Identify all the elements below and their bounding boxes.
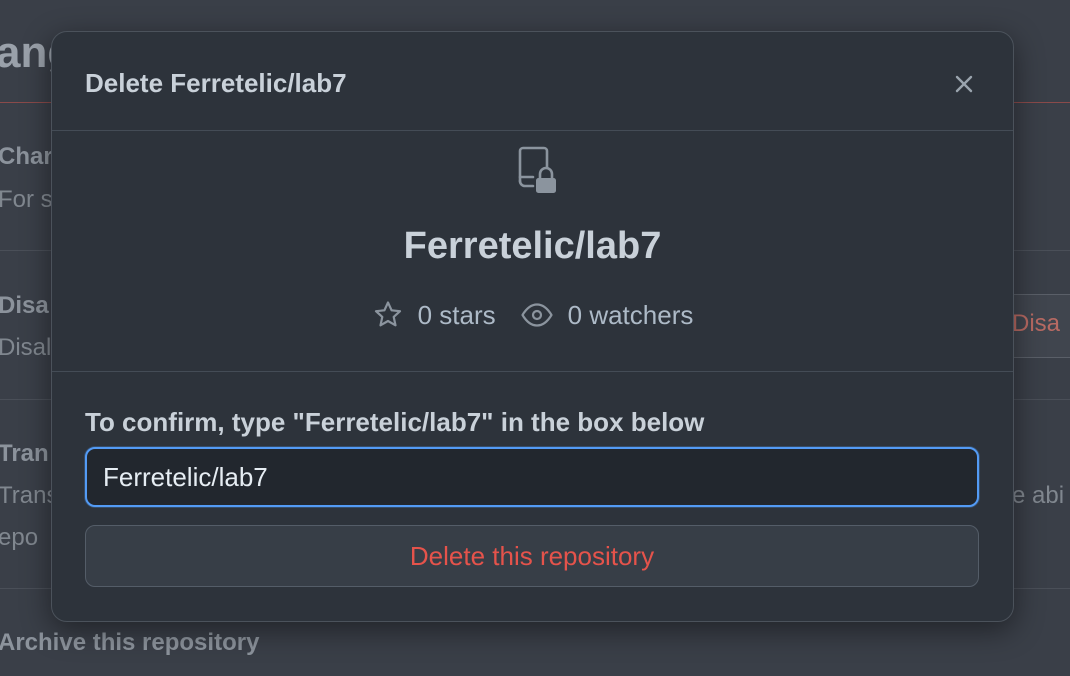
watchers-count-label: 0 watchers <box>567 299 694 330</box>
bg-row-desc: Disal <box>0 334 52 361</box>
watchers-stat: 0 watchers <box>520 299 694 331</box>
bg-row-desc: Trans <box>0 482 59 509</box>
stars-stat: 0 stars <box>372 299 496 331</box>
bg-row-desc: epo <box>0 524 39 551</box>
bg-row-title-change-visibility: Char <box>0 143 53 170</box>
eye-icon <box>521 303 553 327</box>
repo-locked-icon <box>509 145 561 197</box>
star-icon <box>374 301 401 327</box>
dialog-title: Delete Ferretelic/lab7 <box>85 68 347 98</box>
bg-row-title-disable: Disa <box>0 292 49 319</box>
bg-row-desc: For s <box>0 186 53 213</box>
repository-name: Ferretelic/lab7 <box>403 225 662 267</box>
bg-row-title-archive: Archive this repository <box>0 629 260 656</box>
confirm-repository-name-input[interactable] <box>85 447 979 507</box>
stars-count-label: 0 stars <box>417 299 496 330</box>
bg-row-title-transfer: Tran <box>0 440 49 467</box>
confirm-instruction: To confirm, type "Ferretelic/lab7" in th… <box>85 407 705 437</box>
bg-disable-button-label: Disa <box>1012 310 1061 337</box>
delete-repository-button[interactable]: Delete this repository <box>85 525 979 587</box>
repository-stats: 0 stars 0 watchers <box>52 299 1013 331</box>
close-icon[interactable] <box>948 68 980 100</box>
dialog-header: Delete Ferretelic/lab7 <box>52 32 1013 131</box>
delete-repository-dialog: Delete Ferretelic/lab7 Ferretelic/lab7 0… <box>51 31 1014 622</box>
bg-row-desc-right: e abi <box>1012 482 1065 509</box>
repository-summary: Ferretelic/lab7 0 stars 0 watchers <box>52 131 1013 372</box>
